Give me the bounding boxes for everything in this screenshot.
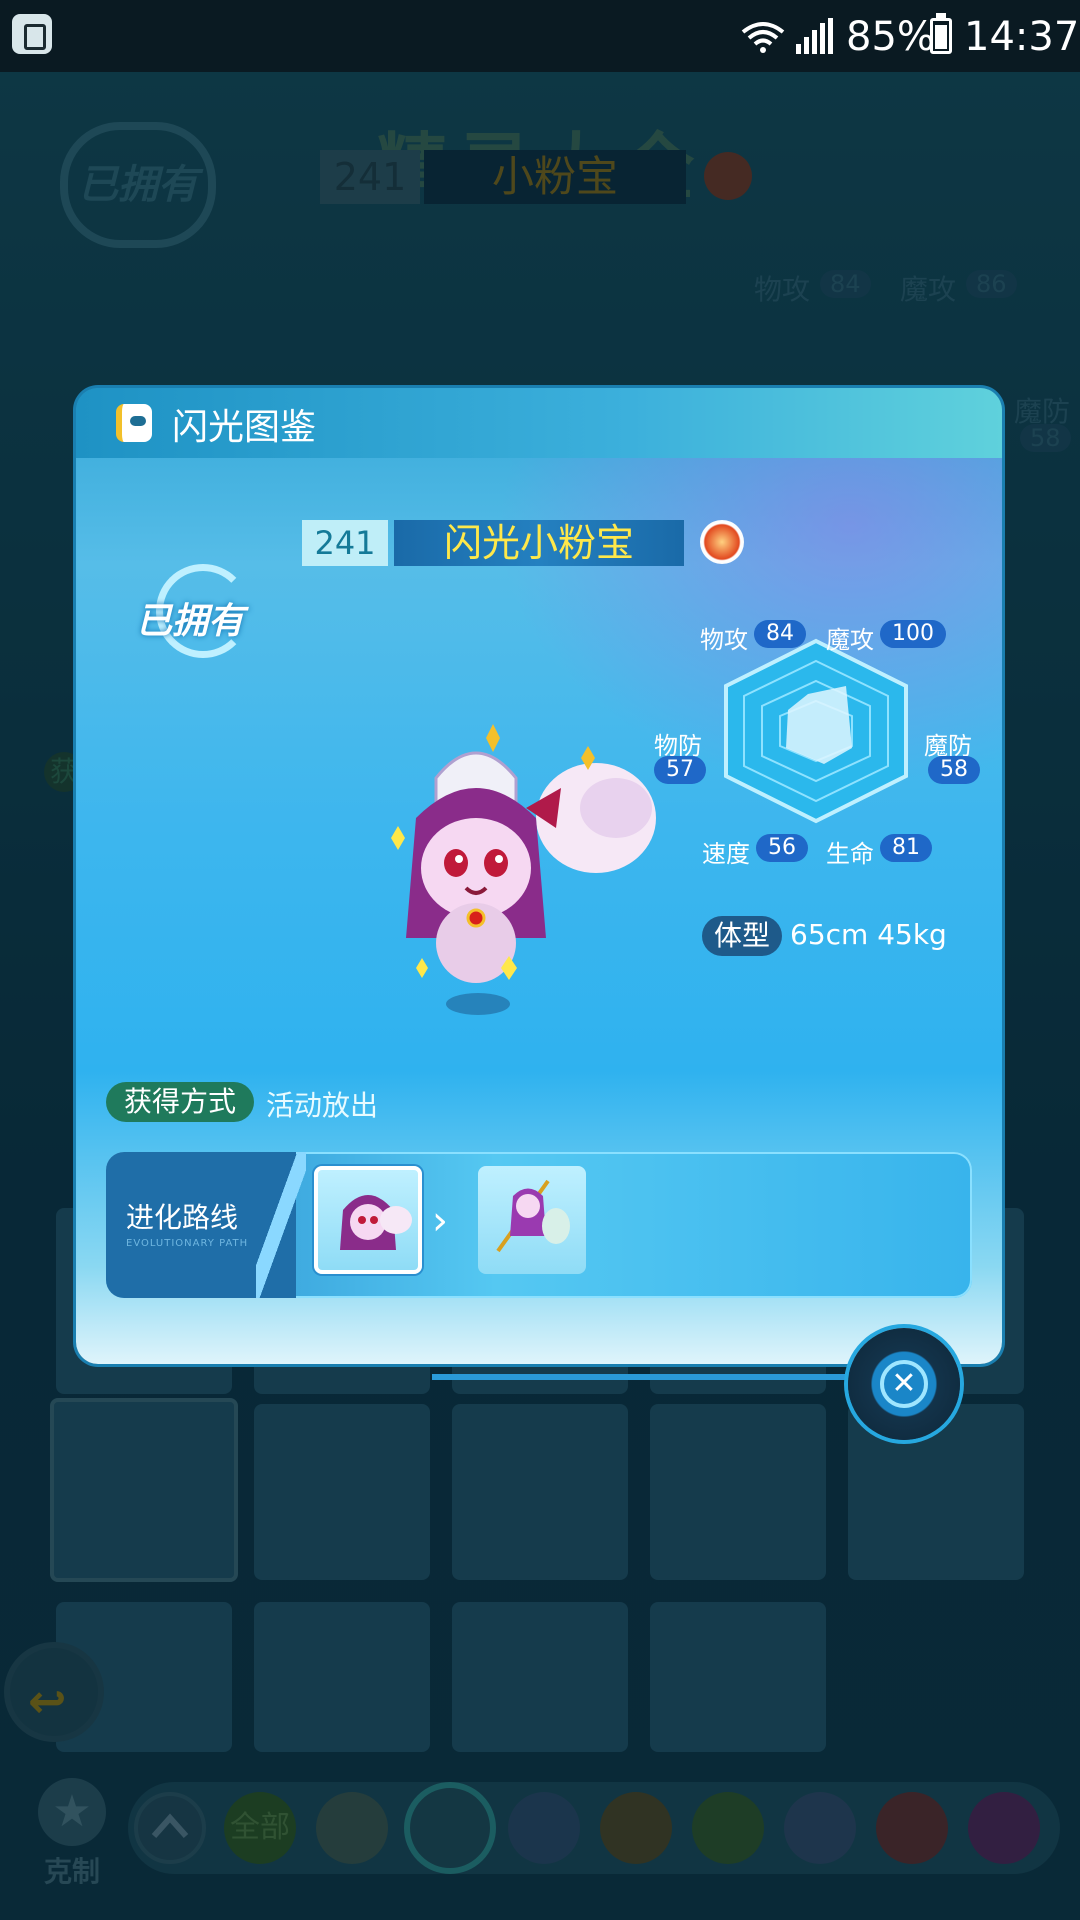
creature-shadow [446, 993, 510, 1015]
modal-title: 闪光图鉴 [172, 407, 317, 448]
evolution-path-panel: 进化路线 EVOLUTIONARY PATH › [106, 1152, 972, 1298]
status-bar: 85% 14:37 [0, 0, 1080, 72]
modal-footer-line [432, 1374, 852, 1380]
battery-icon [930, 13, 952, 54]
stat-label-phys-atk: 物攻 [700, 626, 748, 654]
clock: 14:37 [964, 14, 1080, 60]
creature-number: 241 [302, 520, 388, 566]
body-size-label: 体型 [702, 916, 782, 956]
creature-art [391, 724, 656, 983]
shiny-creature-image [376, 718, 666, 1038]
modal-panel: 闪光图鉴 241 闪光小粉宝 已拥有 物攻 84 魔攻 100 物防 57 魔防… [76, 388, 1002, 1364]
stage-1-creature-icon [340, 1195, 412, 1250]
stat-value-mag-def: 58 [928, 756, 980, 784]
evolution-stage-1[interactable] [314, 1166, 422, 1274]
creature-name: 闪光小粉宝 [394, 520, 684, 566]
signal-icon [796, 18, 833, 54]
chevron-right-icon: › [432, 1198, 448, 1244]
stat-value-speed: 56 [756, 834, 808, 862]
fire-element-icon [700, 520, 744, 564]
shiny-dex-modal: 闪光图鉴 241 闪光小粉宝 已拥有 物攻 84 魔攻 100 物防 57 魔防… [76, 388, 1002, 1440]
owned-label: 已拥有 [136, 601, 245, 642]
wifi-icon [741, 22, 785, 53]
obtain-method-label: 获得方式 [106, 1082, 254, 1122]
app-notification-icon [12, 14, 52, 54]
close-button[interactable]: ✕ [848, 1328, 960, 1440]
evolution-sublabel: EVOLUTIONARY PATH [126, 1238, 249, 1249]
close-icon: ✕ [880, 1360, 928, 1408]
evolution-label: 进化路线 [126, 1201, 239, 1234]
obtain-method-value: 活动放出 [266, 1089, 379, 1122]
dex-icon [116, 404, 152, 442]
owned-badge: 已拥有 [136, 564, 266, 664]
divider [256, 1152, 306, 1298]
stat-label-speed: 速度 [702, 840, 750, 868]
stat-label-mag-atk: 魔攻 [826, 626, 874, 654]
stage-2-creature-icon [496, 1179, 570, 1253]
evolution-stage-2[interactable] [478, 1166, 586, 1274]
stat-value-phys-atk: 84 [754, 620, 806, 648]
battery-percent: 85% [846, 14, 935, 60]
stat-value-hp: 81 [880, 834, 932, 862]
stat-value-mag-atk: 100 [880, 620, 946, 648]
body-size-value: 65cm 45kg [790, 918, 947, 951]
modal-titlebar: 闪光图鉴 [76, 388, 1002, 458]
stat-radar-chart [724, 638, 908, 824]
stat-label-hp: 生命 [826, 840, 874, 868]
